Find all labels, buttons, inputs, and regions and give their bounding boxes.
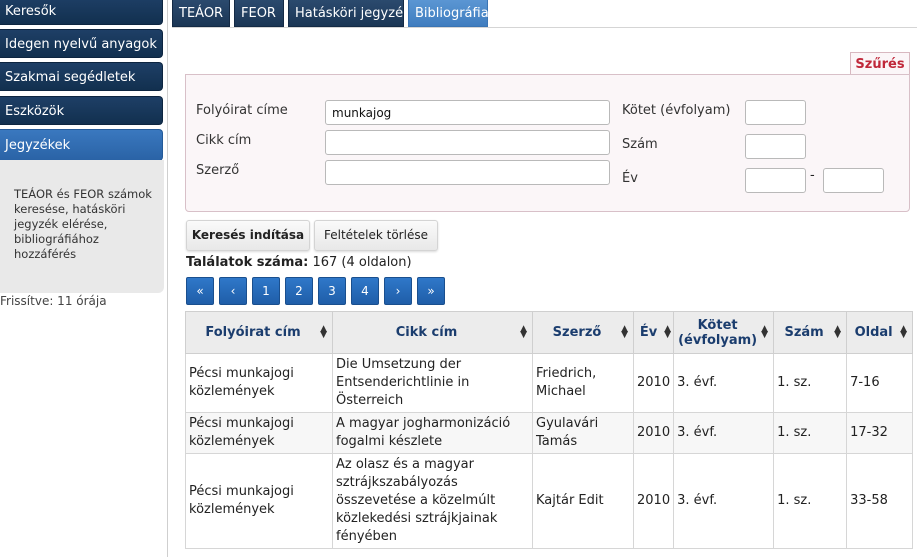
sidebar: Keresők Idegen nyelvű anyagok Szakmai se… — [0, 0, 166, 557]
cell-year: 2010 — [632, 412, 675, 454]
cell-volume: 3. évf. — [673, 412, 775, 454]
cell-author: Gyulavári Tamás — [532, 412, 634, 454]
page-1[interactable]: 1 — [252, 277, 280, 305]
page-3[interactable]: 3 — [318, 277, 346, 305]
volume-label: Kötet (évfolyam) — [622, 103, 731, 118]
nav-item-jegyzekek[interactable]: Jegyzékek — [0, 129, 163, 161]
nav-item-eszkozok[interactable]: Eszközök — [0, 96, 163, 125]
page-4[interactable]: 4 — [351, 277, 379, 305]
cell-article: Az olasz és a magyar sztrájkszabályozás … — [332, 453, 533, 549]
cell-year: 2010 — [632, 453, 675, 549]
journal-input[interactable] — [325, 100, 610, 125]
tab-feor[interactable]: FEOR — [234, 0, 284, 27]
col-header-volume[interactable]: Kötet (évfolyam) ▲ ▼ — [673, 311, 775, 354]
table-row[interactable]: Pécsi munkajogi közlemények Az olasz és … — [185, 453, 914, 549]
tab-hataskori-jegyzek[interactable]: Hatásköri jegyzék — [288, 0, 411, 27]
article-label: Cikk cím — [196, 133, 252, 148]
col-header-number[interactable]: Szám ▲ ▼ — [773, 311, 848, 354]
cell-article: A magyar jogharmonizáció fogalmi készlet… — [332, 412, 533, 454]
cell-number: 1. sz. — [773, 412, 848, 454]
cell-pages: 17-32 — [846, 412, 914, 454]
cell-journal: Pécsi munkajogi közlemények — [185, 453, 333, 549]
tab-underline — [172, 27, 917, 28]
journal-label: Folyóirat címe — [196, 103, 288, 118]
year-from-input[interactable] — [745, 168, 806, 193]
sort-icon: ▲ ▼ — [520, 324, 527, 340]
cell-pages: 33-58 — [846, 453, 914, 549]
page-2[interactable]: 2 — [285, 277, 313, 305]
sort-icon: ▲ ▼ — [761, 324, 769, 340]
results-count: Találatok száma: 167 (4 oldalon) — [186, 255, 412, 270]
table-row[interactable]: Pécsi munkajogi közlemények Die Umsetzun… — [185, 353, 914, 413]
cell-year: 2010 — [632, 353, 675, 413]
volume-input[interactable] — [745, 100, 806, 125]
year-separator: - — [810, 168, 815, 183]
cell-author: Friedrich, Michael — [532, 353, 634, 413]
sort-icon: ▲ ▼ — [320, 324, 327, 340]
author-label: Szerző — [196, 163, 240, 178]
filter-tab[interactable]: Szűrés — [850, 52, 910, 75]
col-header-article[interactable]: Cikk cím ▲ ▼ — [332, 311, 533, 354]
nav-item-idegen-nyelvu[interactable]: Idegen nyelvű anyagok — [0, 29, 163, 58]
cell-volume: 3. évf. — [673, 353, 775, 413]
cell-volume: 3. évf. — [673, 453, 775, 549]
cell-pages: 7-16 — [846, 353, 914, 413]
results-value: 167 (4 oldalon) — [312, 255, 412, 270]
year-to-input[interactable] — [823, 168, 884, 193]
sort-icon: ▲ ▼ — [834, 324, 842, 340]
sort-icon: ▲ ▼ — [900, 324, 908, 340]
author-input[interactable] — [325, 160, 610, 185]
sort-icon: ▲ ▼ — [621, 324, 628, 340]
table-header-row: Folyóirat cím ▲ ▼ Cikk cím ▲ ▼ Szerző ▲ ▼ Év ▲ ▼… — [185, 311, 914, 354]
cell-article: Die Umsetzung der Entsenderichtlinie in … — [332, 353, 533, 413]
results-table: Folyóirat cím ▲ ▼ Cikk cím ▲ ▼ Szerző ▲ ▼ Év ▲ ▼… — [185, 311, 914, 549]
page-prev[interactable]: ‹ — [219, 277, 247, 305]
sort-icon: ▲ ▼ — [664, 324, 672, 340]
article-input[interactable] — [325, 130, 610, 155]
col-header-pages[interactable]: Oldal ▲ ▼ — [846, 311, 914, 354]
cell-author: Kajtár Edit — [532, 453, 634, 549]
cell-number: 1. sz. — [773, 453, 848, 549]
sidebar-description: TEÁOR és FEOR számok keresése, hatásköri… — [0, 160, 164, 293]
sidebar-divider — [167, 0, 168, 557]
table-row[interactable]: Pécsi munkajogi közlemények A magyar jog… — [185, 412, 914, 454]
cell-journal: Pécsi munkajogi közlemények — [185, 412, 333, 454]
number-input[interactable] — [745, 134, 806, 159]
year-label: Év — [622, 171, 638, 186]
number-label: Szám — [622, 137, 658, 152]
clear-filters-button[interactable]: Feltételek törlése — [314, 220, 438, 251]
col-header-journal[interactable]: Folyóirat cím ▲ ▼ — [185, 311, 333, 354]
results-label: Találatok száma: — [186, 255, 309, 270]
col-header-year[interactable]: Év ▲ ▼ — [632, 311, 675, 354]
col-header-author[interactable]: Szerző ▲ ▼ — [532, 311, 634, 354]
tab-teaor[interactable]: TEÁOR — [172, 0, 230, 27]
page-next[interactable]: › — [384, 277, 412, 305]
cell-journal: Pécsi munkajogi közlemények — [185, 353, 333, 413]
update-status: Frissítve: 11 órája — [0, 294, 107, 308]
search-button[interactable]: Keresés indítása — [186, 220, 310, 251]
cell-number: 1. sz. — [773, 353, 848, 413]
nav-item-keresok[interactable]: Keresők — [0, 0, 163, 25]
nav-item-szakmai-segedletek[interactable]: Szakmai segédletek — [0, 62, 163, 91]
tab-bibliografia[interactable]: Bibliográfia — [408, 0, 489, 27]
page-first[interactable]: « — [186, 277, 214, 305]
page-last[interactable]: » — [417, 277, 445, 305]
